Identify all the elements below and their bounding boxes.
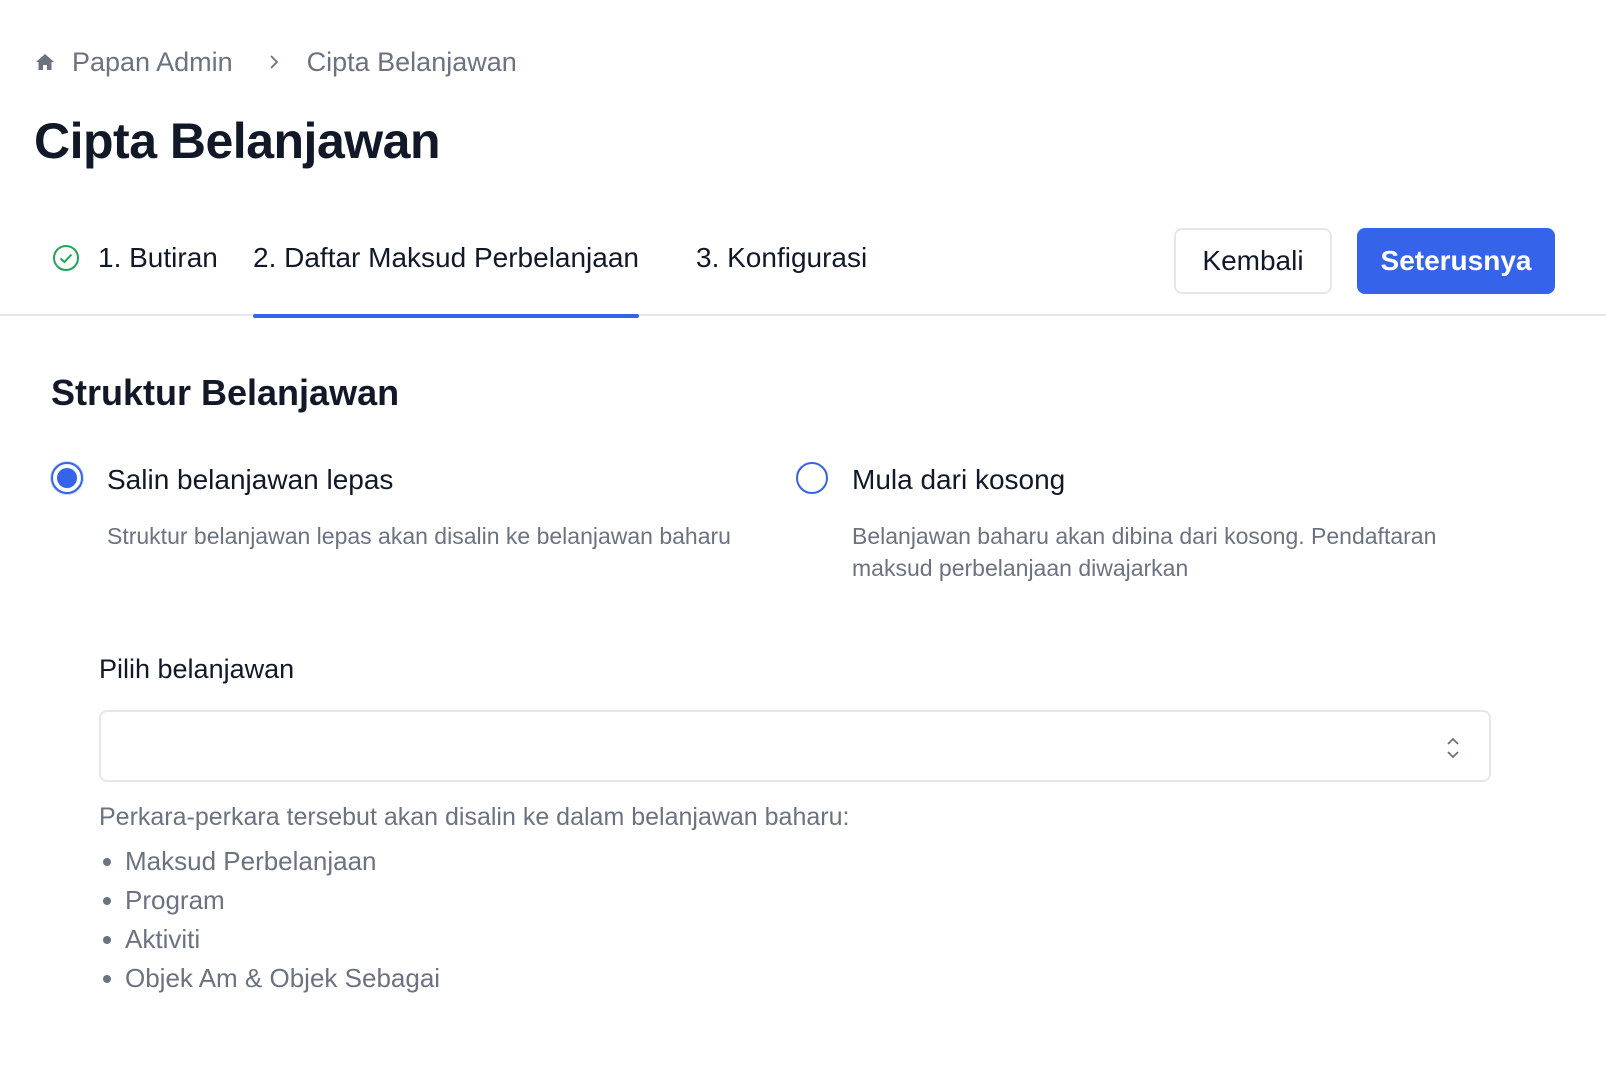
- budget-select[interactable]: [99, 710, 1491, 782]
- bullet: [103, 896, 111, 905]
- tab-label: 1. Butiran: [98, 242, 218, 273]
- list-item-label: Aktiviti: [125, 924, 201, 954]
- bullet: [103, 857, 111, 866]
- back-button[interactable]: Kembali: [1174, 228, 1332, 294]
- list-item: Objek Am & Objek Sebagai: [99, 959, 440, 998]
- radio-copy-previous[interactable]: [51, 462, 83, 494]
- option-description: Struktur belanjawan lepas akan disalin k…: [107, 523, 731, 549]
- option-label[interactable]: Salin belanjawan lepas: [107, 464, 393, 496]
- tab-konfigurasi[interactable]: 3. Konfigurasi: [696, 216, 867, 316]
- breadcrumb: Papan Admin Cipta Belanjawan: [34, 44, 517, 80]
- radio-selected-dot: [57, 468, 77, 488]
- list-item-label: Objek Am & Objek Sebagai: [125, 963, 441, 993]
- tab-label: 3. Konfigurasi: [696, 242, 868, 273]
- option-label[interactable]: Mula dari kosong: [852, 464, 1065, 496]
- active-tab-indicator: [253, 314, 639, 318]
- breadcrumb-item-admin[interactable]: Papan Admin: [72, 47, 233, 78]
- copy-note: Perkara-perkara tersebut akan disalin ke…: [99, 803, 850, 831]
- home-icon[interactable]: [34, 51, 56, 73]
- breadcrumb-item-current: Cipta Belanjawan: [306, 46, 517, 77]
- budget-select-label: Pilih belanjawan: [99, 654, 295, 684]
- next-button[interactable]: Seterusnya: [1357, 228, 1555, 294]
- tab-label: 2. Daftar Maksud Perbelanjaan: [253, 242, 639, 273]
- option-description: Belanjawan baharu akan dibina dari koson…: [852, 523, 1437, 581]
- chevron-up-down-icon: [1443, 734, 1463, 762]
- bullet: [103, 935, 111, 944]
- copy-items-list: Maksud Perbelanjaan Program Aktiviti Obj…: [99, 842, 440, 998]
- radio-start-blank[interactable]: [796, 462, 828, 494]
- list-item-label: Program: [125, 885, 225, 915]
- list-item: Program: [99, 881, 440, 920]
- check-circle-icon: [52, 244, 80, 272]
- tab-butiran[interactable]: 1. Butiran: [52, 216, 218, 316]
- page-title: Cipta Belanjawan: [34, 113, 441, 169]
- list-item: Aktiviti: [99, 920, 440, 959]
- tab-daftar-maksud-perbelanjaan[interactable]: 2. Daftar Maksud Perbelanjaan: [253, 216, 639, 318]
- chevron-right-icon: [267, 55, 281, 69]
- list-item-label: Maksud Perbelanjaan: [125, 846, 377, 876]
- list-item: Maksud Perbelanjaan: [99, 842, 440, 881]
- bullet: [103, 974, 111, 983]
- section-title: Struktur Belanjawan: [51, 372, 400, 413]
